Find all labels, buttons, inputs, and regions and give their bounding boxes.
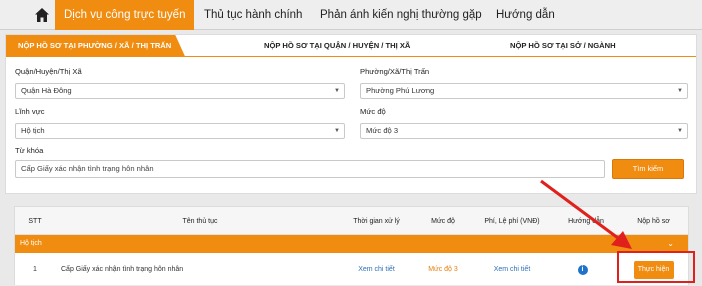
top-navigation: Dịch vụ công trực tuyến Thủ tục hành chí… bbox=[0, 0, 702, 30]
district-value: Quận Hà Đông bbox=[21, 86, 72, 95]
field-select[interactable]: Hộ tịch ▼ bbox=[15, 123, 345, 139]
row-name: Cấp Giấy xác nhận tình trạng hôn nhân bbox=[61, 266, 184, 273]
row-level: Mức độ 3 bbox=[428, 266, 458, 273]
level-value: Mức độ 3 bbox=[366, 126, 399, 135]
col-level: Mức độ bbox=[431, 217, 455, 225]
tab-department[interactable]: NỘP HỒ SƠ TẠI SỞ / NGÀNH bbox=[510, 35, 616, 57]
submission-tabs: NỘP HỒ SƠ TẠI PHƯỜNG / XÃ / THỊ TRẤN NỘP… bbox=[6, 35, 696, 57]
field-label: Lĩnh vực bbox=[15, 107, 45, 116]
ward-value: Phường Phú Lương bbox=[366, 86, 435, 95]
nav-online-services[interactable]: Dịch vụ công trực tuyến bbox=[55, 0, 195, 30]
group-row[interactable]: Hộ tịch ⌄ bbox=[15, 235, 688, 253]
district-label: Quận/Huyện/Thị Xã bbox=[15, 67, 82, 76]
chevron-down-icon: ▼ bbox=[334, 128, 340, 134]
search-panel: NỘP HỒ SƠ TẠI PHƯỜNG / XÃ / THỊ TRẤN NỘP… bbox=[5, 34, 697, 194]
home-icon[interactable] bbox=[34, 7, 50, 23]
col-name: Tên thủ tục bbox=[182, 217, 218, 225]
col-submit: Nộp hồ sơ bbox=[637, 217, 670, 225]
procedure-table: STT Tên thủ tục Thời gian xử lý Mức độ P… bbox=[14, 206, 689, 285]
tab-district[interactable]: NỘP HỒ SƠ TẠI QUẬN / HUYỆN / THỊ XÃ bbox=[264, 35, 410, 57]
row-guide: i bbox=[546, 253, 619, 286]
field-value: Hộ tịch bbox=[21, 126, 45, 135]
info-icon[interactable]: i bbox=[577, 264, 588, 275]
col-time: Thời gian xử lý bbox=[353, 217, 400, 225]
chevron-down-icon: ▼ bbox=[677, 88, 683, 94]
search-button[interactable]: Tìm kiếm bbox=[612, 159, 684, 179]
row-fee-link[interactable]: Xem chi tiết bbox=[478, 253, 546, 286]
col-fee: Phí, Lệ phí (VNĐ) bbox=[484, 217, 540, 225]
keyword-label: Từ khóa bbox=[15, 146, 44, 155]
nav-procedures[interactable]: Thủ tục hành chính bbox=[204, 0, 302, 30]
level-select[interactable]: Mức độ 3 ▼ bbox=[360, 123, 688, 139]
chevron-down-icon: ▼ bbox=[677, 128, 683, 134]
col-guide: Hướng dẫn bbox=[568, 217, 604, 225]
col-stt: STT bbox=[28, 217, 42, 225]
ward-label: Phường/Xã/Thị Trấn bbox=[360, 67, 430, 76]
row-time-link[interactable]: Xem chi tiết bbox=[345, 253, 408, 286]
chevron-down-icon: ▼ bbox=[334, 88, 340, 94]
row-stt: 1 bbox=[33, 266, 37, 273]
highlight-box bbox=[617, 251, 695, 283]
group-label: Hộ tịch bbox=[20, 240, 42, 247]
level-label: Mức độ bbox=[360, 107, 386, 116]
nav-guide[interactable]: Hướng dẫn bbox=[496, 0, 555, 30]
keyword-input[interactable]: Cấp Giấy xác nhận tình trạng hôn nhân bbox=[15, 160, 605, 178]
tab-ward[interactable]: NỘP HỒ SƠ TẠI PHƯỜNG / XÃ / THỊ TRẤN bbox=[6, 35, 185, 57]
district-select[interactable]: Quận Hà Đông ▼ bbox=[15, 83, 345, 99]
nav-feedback[interactable]: Phản ánh kiến nghị thường gặp bbox=[320, 0, 482, 30]
ward-select[interactable]: Phường Phú Lương ▼ bbox=[360, 83, 688, 99]
